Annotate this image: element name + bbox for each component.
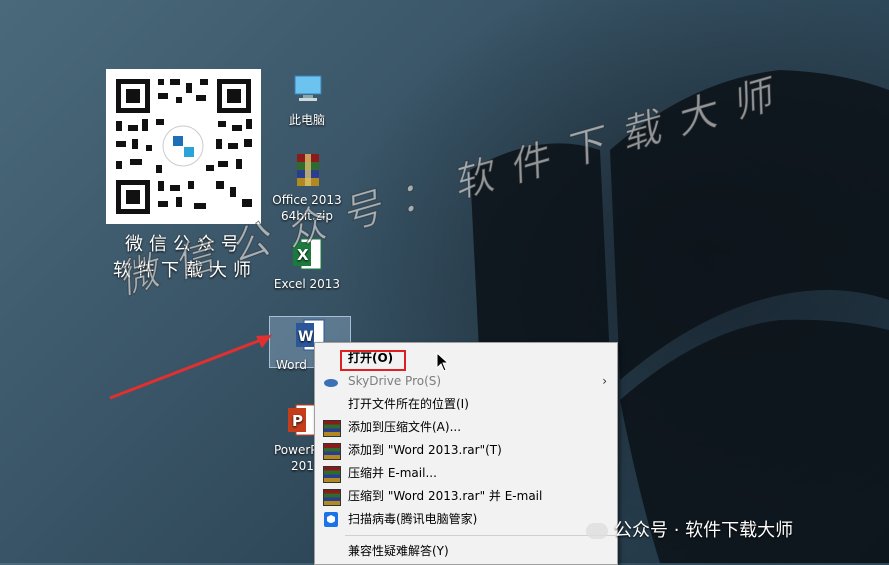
wechat-watermark: 公众号 · 软件下载大师 [586, 516, 793, 542]
submenu-arrow-icon: › [602, 374, 607, 388]
menu-item-label: 打开文件所在的位置(I) [348, 397, 469, 411]
context-menu: 打开(O) SkyDrive Pro(S) › 打开文件所在的位置(I) 添加到… [314, 342, 618, 565]
menu-item-skydrive-pro[interactable]: SkyDrive Pro(S) › [315, 370, 617, 393]
menu-item-label: 添加到压缩文件(A)... [348, 420, 462, 434]
shield-icon [323, 512, 339, 527]
winrar-icon [323, 443, 341, 460]
menu-separator [345, 535, 615, 536]
menu-item-open[interactable]: 打开(O) [315, 347, 617, 371]
menu-item-add-to-word-rar[interactable]: 添加到 "Word 2013.rar"(T) [315, 439, 617, 462]
menu-item-compress-email[interactable]: 压缩并 E-mail... [315, 462, 617, 485]
winrar-icon [323, 466, 341, 483]
mouse-cursor-icon [436, 352, 448, 372]
winrar-icon [323, 489, 341, 506]
wechat-watermark-text: 公众号 · 软件下载大师 [614, 520, 794, 541]
menu-item-compat-troubleshoot[interactable]: 兼容性疑难解答(Y) [315, 540, 617, 563]
menu-item-label: 扫描病毒(腾讯电脑管家) [348, 512, 478, 526]
menu-item-label: 添加到 "Word 2013.rar"(T) [348, 443, 502, 457]
winrar-icon [323, 420, 341, 437]
wechat-icon [586, 523, 608, 539]
menu-item-label: 兼容性疑难解答(Y) [348, 544, 449, 558]
menu-item-label: 压缩到 "Word 2013.rar" 并 E-mail [348, 489, 543, 503]
skydrive-icon [323, 374, 339, 389]
menu-item-scan-virus[interactable]: 扫描病毒(腾讯电脑管家) [315, 508, 617, 531]
menu-item-compress-to-rar-email[interactable]: 压缩到 "Word 2013.rar" 并 E-mail [315, 485, 617, 508]
menu-item-label: 压缩并 E-mail... [348, 466, 437, 480]
menu-item-open-location[interactable]: 打开文件所在的位置(I) [315, 393, 617, 416]
menu-item-label: SkyDrive Pro(S) [348, 374, 442, 388]
red-highlight-box [340, 350, 406, 371]
menu-item-add-to-archive[interactable]: 添加到压缩文件(A)... [315, 416, 617, 439]
